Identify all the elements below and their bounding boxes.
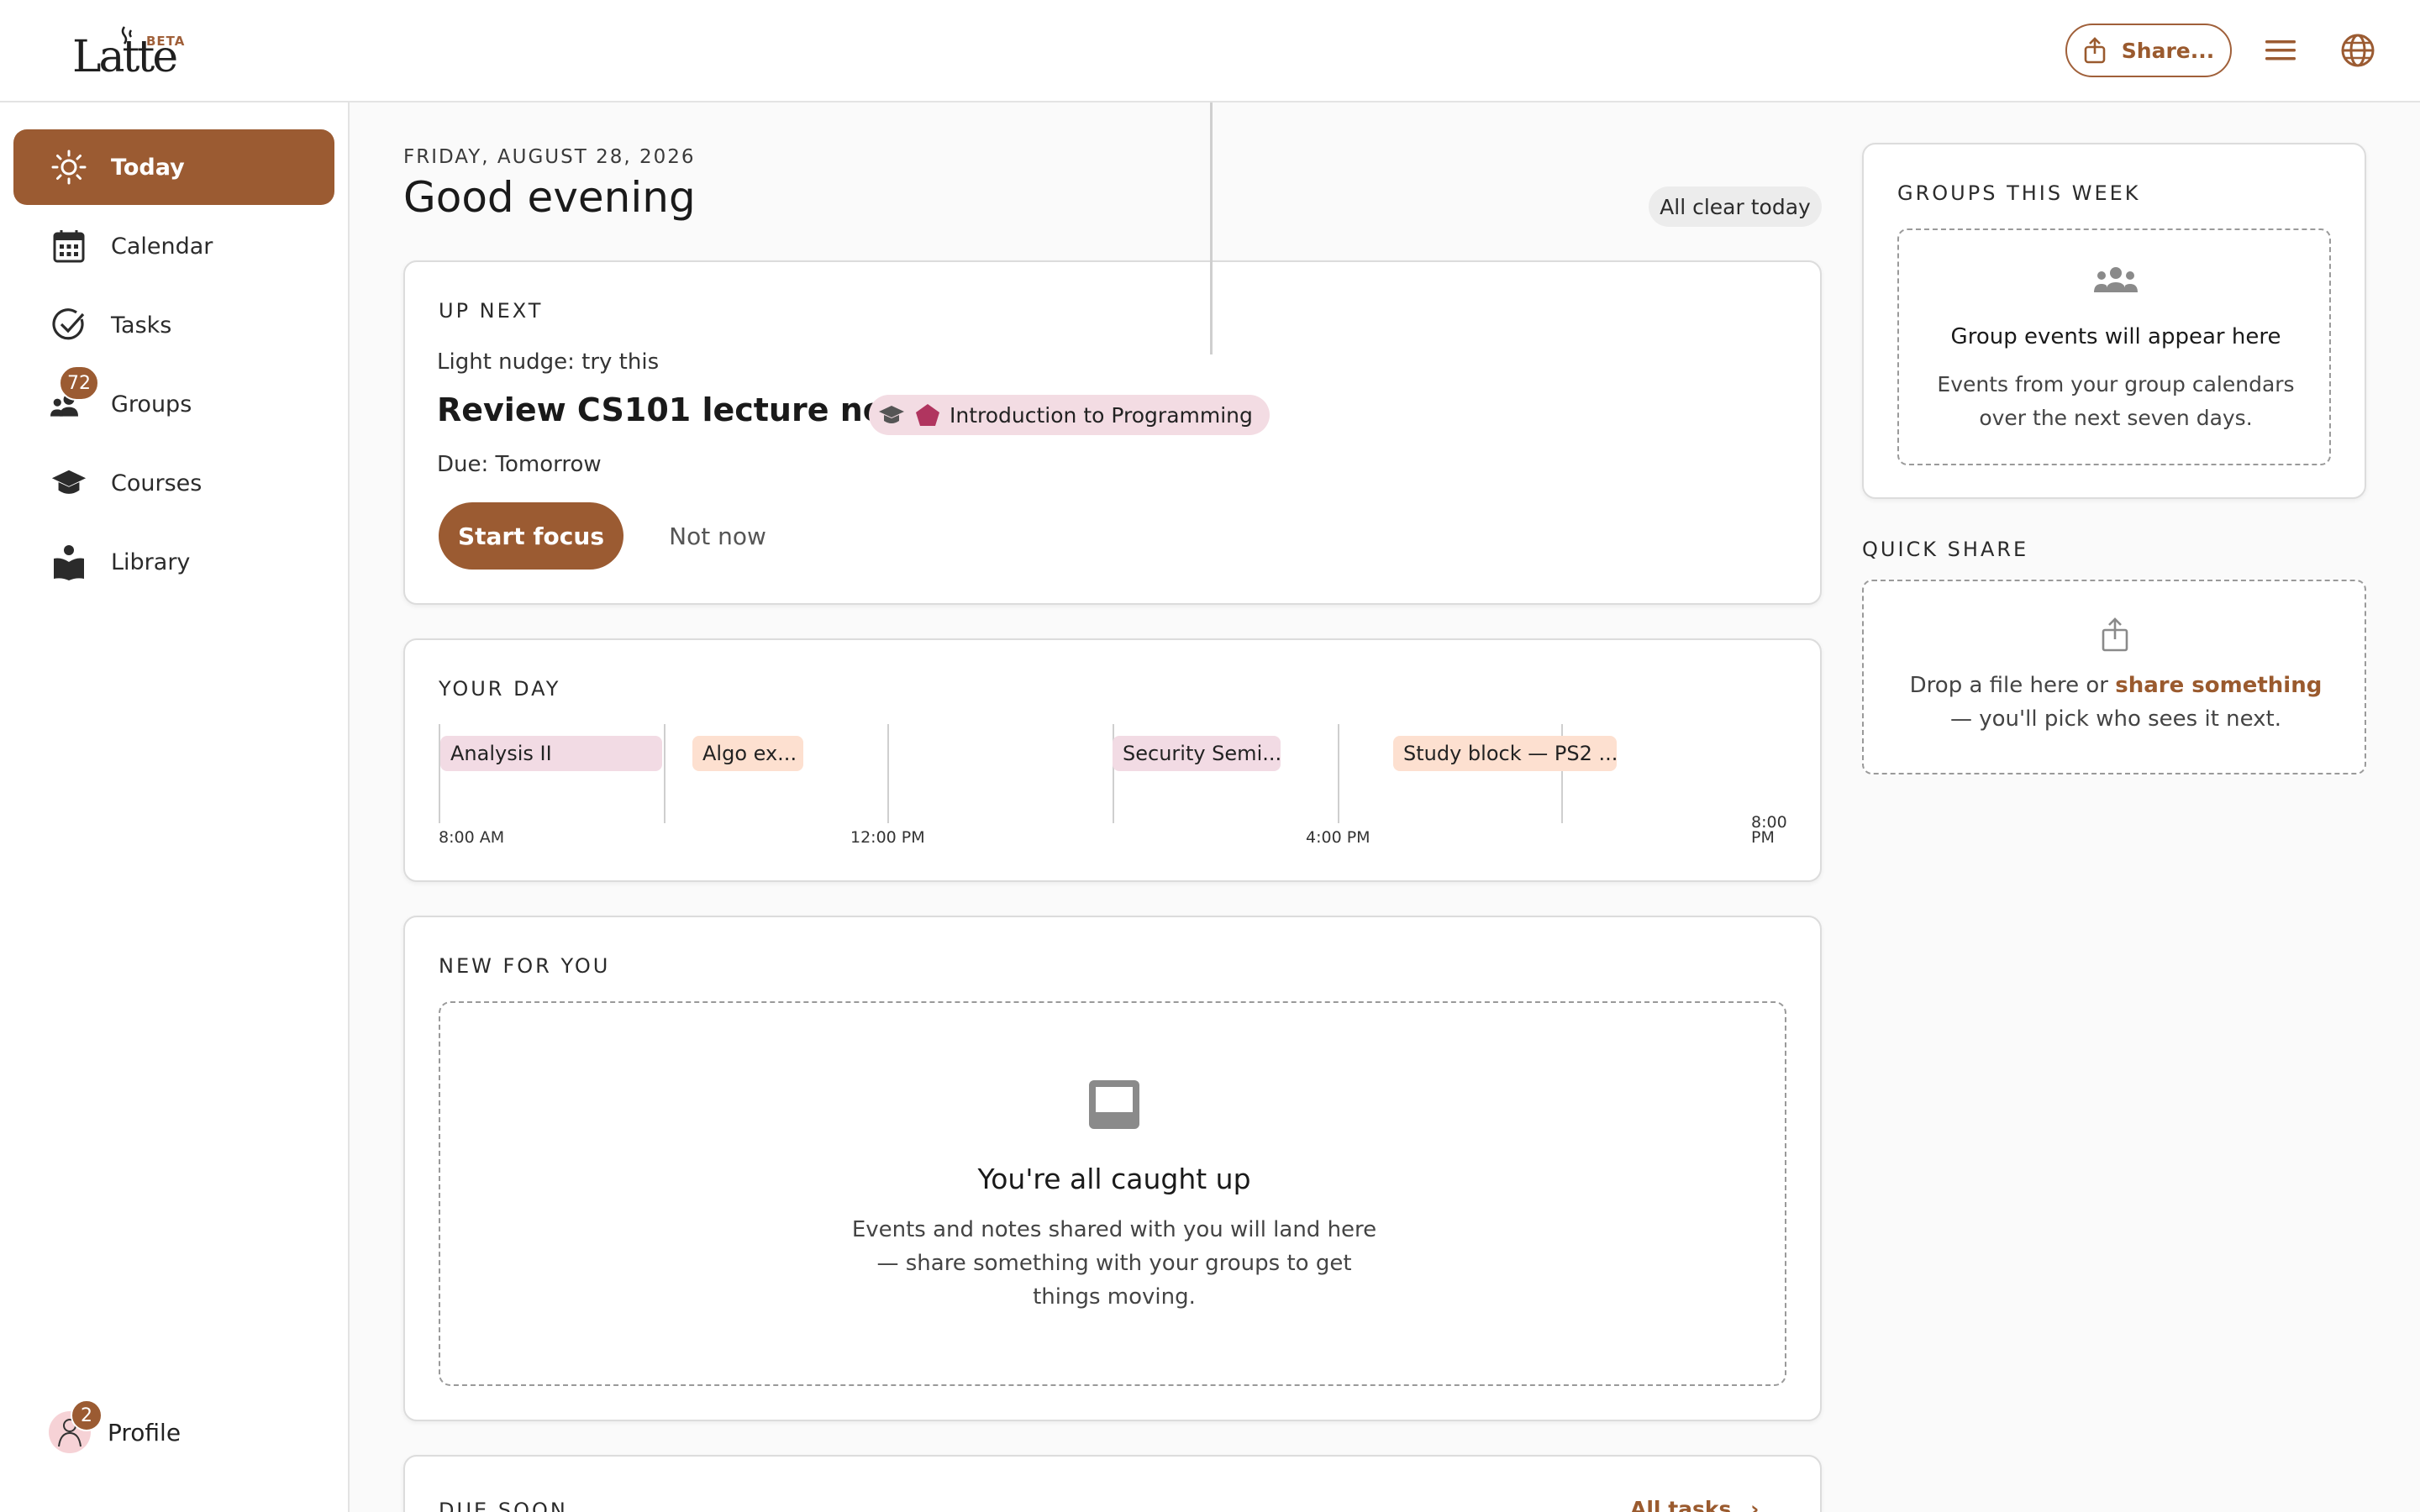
pentagon-icon — [916, 404, 939, 426]
groups-empty-text: Events from your group calendars over th… — [1937, 372, 2295, 430]
quick-share-text-after: — you'll pick who sees it next. — [1949, 706, 2282, 732]
sidebar-item-label: Calendar — [111, 233, 213, 260]
menu-button[interactable] — [2260, 29, 2301, 72]
groups-icon: 72 — [50, 365, 99, 423]
timeline-gridline — [664, 724, 666, 823]
time-label: 12:00 PM — [850, 828, 925, 847]
groups-count-badge: 72 — [59, 365, 99, 401]
avatar: 2 — [49, 1399, 103, 1453]
empty-state: You're all caught up Events and notes sh… — [439, 1001, 1786, 1386]
section-title-up-next: UP NEXT — [439, 299, 544, 323]
timeline-event[interactable]: Study block — PS2 ... — [1393, 736, 1617, 771]
globe-icon — [2341, 34, 2375, 67]
language-button[interactable] — [2338, 29, 2378, 72]
timeline-gridline — [1338, 724, 1339, 823]
next-task-title[interactable]: Review CS101 lecture notes — [437, 391, 940, 428]
due-text: Due: Tomorrow — [437, 452, 602, 477]
status-badge: All clear today — [1649, 186, 1822, 227]
inbox-icon — [1089, 1080, 1139, 1129]
quick-share-text: Drop a file here or share something — yo… — [1897, 669, 2334, 736]
hamburger-menu-icon — [2265, 40, 2296, 60]
date-line: FRIDAY, AUGUST 28, 2026 — [403, 146, 696, 168]
time-label: 8:00 AM — [439, 828, 505, 847]
sidebar-item-label: Library — [111, 549, 191, 575]
notification-badge: 2 — [71, 1399, 103, 1431]
empty-state-text: Events and notes shared with you will la… — [851, 1217, 1377, 1310]
quick-share-dropzone[interactable]: Drop a file here or share something — yo… — [1862, 580, 2366, 774]
share-something-link[interactable]: share something — [2115, 673, 2322, 698]
sidebar-item-groups[interactable]: 72 Groups — [13, 365, 334, 442]
share-button[interactable]: Share... — [2065, 24, 2232, 77]
beta-label: BETA — [146, 34, 186, 49]
profile-label: Profile — [108, 1418, 182, 1446]
all-tasks-link[interactable]: All tasks › — [1630, 1497, 1759, 1512]
sidebar: Today Calendar Tasks 72 Groups Courses L… — [0, 102, 350, 1512]
course-chip[interactable]: Introduction to Programming — [869, 395, 1270, 435]
graduation-cap-icon — [50, 465, 87, 501]
groups-empty-state: Group events will appear here Events fro… — [1897, 228, 2331, 465]
calendar-icon — [50, 228, 87, 265]
sidebar-item-tasks[interactable]: Tasks — [13, 287, 334, 363]
due-soon-card — [403, 1455, 1822, 1512]
timeline-gridline — [887, 724, 889, 823]
page-title: Good evening — [403, 173, 696, 222]
share-icon — [2084, 37, 2106, 64]
sidebar-item-courses[interactable]: Courses — [13, 445, 334, 521]
section-title-groups-week: GROUPS THIS WEEK — [1897, 181, 2141, 205]
sidebar-item-label: Tasks — [111, 312, 172, 339]
start-focus-button[interactable]: Start focus — [439, 502, 623, 570]
sidebar-item-library[interactable]: Library — [13, 524, 334, 600]
sun-icon — [50, 149, 87, 186]
sidebar-item-calendar[interactable]: Calendar — [13, 208, 334, 284]
app-logo[interactable]: Latte BETA — [72, 25, 198, 82]
timeline-gridline — [439, 724, 440, 823]
divider — [1210, 102, 1213, 354]
section-title-your-day: YOUR DAY — [439, 677, 561, 701]
share-label: Share... — [2121, 38, 2215, 63]
groups-empty-title: Group events will appear here — [1950, 324, 2281, 349]
time-label: 4:00 PM — [1306, 828, 1370, 847]
groups-icon — [2094, 267, 2138, 292]
profile-link[interactable]: 2 Profile — [49, 1399, 182, 1453]
upload-share-icon — [2102, 617, 2128, 652]
sidebar-item-label: Groups — [111, 391, 192, 417]
graduation-cap-icon — [879, 406, 904, 423]
section-title-quick-share: QUICK SHARE — [1862, 538, 2029, 561]
course-name: Introduction to Programming — [950, 402, 1253, 428]
timeline-event[interactable]: Analysis II — [440, 736, 662, 771]
not-now-button[interactable]: Not now — [659, 514, 776, 558]
nudge-text: Light nudge: try this — [437, 349, 660, 375]
empty-state-title: You're all caught up — [977, 1163, 1251, 1195]
quick-share-text-before: Drop a file here or — [1909, 673, 2116, 698]
sidebar-item-today[interactable]: Today — [13, 129, 334, 205]
all-tasks-label: All tasks — [1630, 1497, 1732, 1512]
sidebar-item-label: Today — [111, 154, 185, 181]
timeline-event[interactable]: Algo ex... — [692, 736, 803, 771]
timeline-event[interactable]: Security Semi... — [1113, 736, 1281, 771]
section-title-new-for-you: NEW FOR YOU — [439, 954, 611, 978]
section-title-due-soon: DUE SOON — [439, 1499, 568, 1512]
book-icon — [50, 543, 87, 580]
sidebar-item-label: Courses — [111, 470, 203, 496]
check-circle-icon — [50, 307, 87, 344]
chevron-right-icon: › — [1750, 1497, 1760, 1512]
top-bar: Latte BETA Share... — [0, 0, 2420, 102]
time-label: PM — [1751, 828, 1775, 847]
